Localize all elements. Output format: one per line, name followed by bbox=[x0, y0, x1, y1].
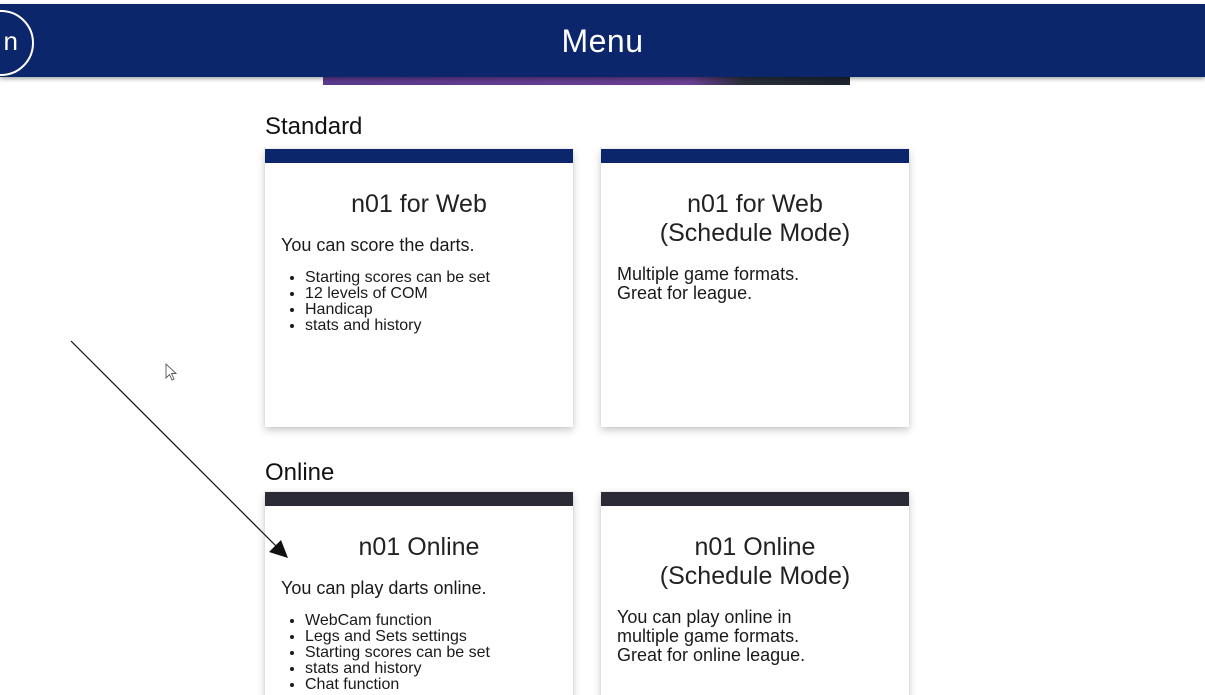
card-description: You can play darts online. bbox=[281, 578, 487, 598]
card-description-line: Multiple game formats. bbox=[617, 264, 800, 284]
card-title: n01 for Web bbox=[351, 190, 487, 218]
card-title-line: (Schedule Mode) bbox=[659, 562, 851, 590]
banner-image bbox=[323, 77, 850, 85]
card-header-bar bbox=[601, 149, 909, 163]
section-title-standard: Standard bbox=[265, 113, 363, 140]
card-header-bar bbox=[601, 492, 909, 506]
app-header: n Menu bbox=[0, 4, 1205, 77]
annotation-arrow-icon bbox=[70, 340, 288, 558]
card-n01-online-schedule[interactable]: n01 Online (Schedule Mode) You can play … bbox=[601, 492, 909, 695]
list-item: stats and history bbox=[305, 661, 573, 677]
list-item: Handicap bbox=[305, 302, 573, 318]
list-item: Starting scores can be set bbox=[305, 270, 573, 286]
section-title-online: Online bbox=[265, 459, 335, 486]
feature-list: WebCam function Legs and Sets settings S… bbox=[287, 613, 573, 693]
mouse-pointer-icon bbox=[165, 362, 178, 381]
card-title: n01 Online bbox=[358, 533, 480, 561]
card-description-line: Great for online league. bbox=[617, 645, 806, 665]
page-title: Menu bbox=[561, 23, 644, 59]
list-item: WebCam function bbox=[305, 613, 573, 629]
list-item: Starting scores can be set bbox=[305, 645, 573, 661]
card-title-line: n01 for Web bbox=[687, 190, 823, 218]
card-header-bar bbox=[265, 149, 573, 163]
list-item: Legs and Sets settings bbox=[305, 629, 573, 645]
card-header-bar bbox=[265, 492, 573, 506]
card-description: You can score the darts. bbox=[281, 235, 475, 255]
list-item: 12 levels of COM bbox=[305, 286, 573, 302]
card-description: Multiple game formats. Great for league. bbox=[617, 265, 893, 303]
card-n01-for-web-schedule[interactable]: n01 for Web (Schedule Mode) Multiple gam… bbox=[601, 149, 909, 427]
card-description-line: multiple game formats. bbox=[617, 626, 800, 646]
card-description-line: Great for league. bbox=[617, 283, 753, 303]
list-item: Chat function bbox=[305, 677, 573, 693]
card-n01-online[interactable]: n01 Online You can play darts online. We… bbox=[265, 492, 573, 695]
card-title: n01 Online (Schedule Mode) bbox=[601, 533, 909, 591]
card-title: n01 for Web (Schedule Mode) bbox=[601, 190, 909, 248]
card-title-line: (Schedule Mode) bbox=[659, 219, 851, 247]
list-item: stats and history bbox=[305, 318, 573, 334]
card-description-line: You can play online in bbox=[617, 607, 792, 627]
card-description: You can play online in multiple game for… bbox=[617, 608, 893, 665]
card-title-line: n01 Online bbox=[694, 533, 816, 561]
card-n01-for-web[interactable]: n01 for Web You can score the darts. Sta… bbox=[265, 149, 573, 427]
feature-list: Starting scores can be set 12 levels of … bbox=[287, 270, 573, 334]
